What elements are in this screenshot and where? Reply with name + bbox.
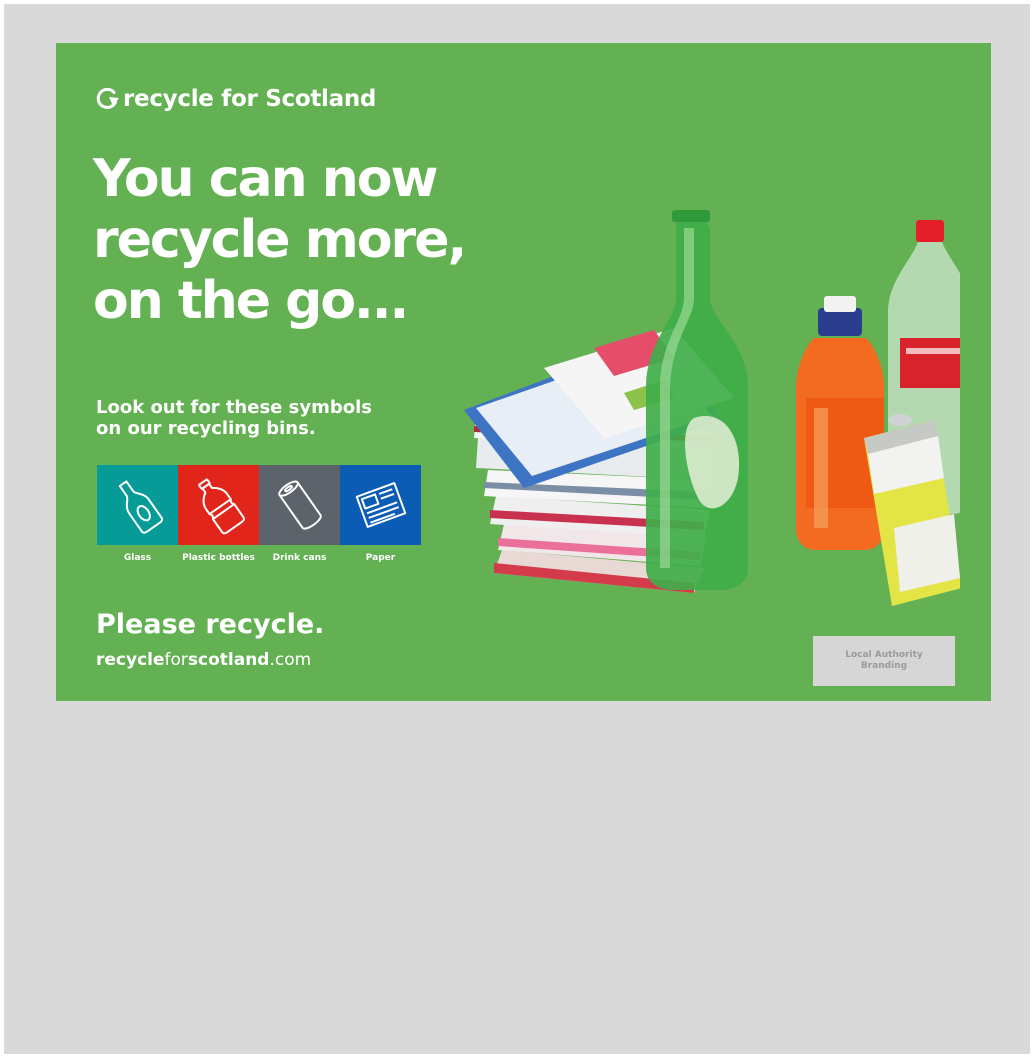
local-authority-branding-placeholder: Local Authority Branding xyxy=(813,636,955,686)
headline-line: recycle more, xyxy=(93,210,467,270)
glass-bottle-icon xyxy=(118,480,163,534)
bin-symbols: Glass Plastic bottles Drink cans Paper xyxy=(97,465,421,563)
orange-drink-bottle xyxy=(796,296,884,550)
symbol-label: Glass xyxy=(123,553,152,563)
newspaper-icon xyxy=(355,482,406,528)
symbol-tile xyxy=(340,465,421,545)
symbol-tile xyxy=(97,465,178,545)
website-part: scotland xyxy=(187,650,270,670)
recycle-for-scotland-logo: recycle for Scotland xyxy=(93,85,376,113)
green-glass-bottle xyxy=(646,210,748,590)
page-canvas: recycle for Scotland You can now recycle… xyxy=(4,4,1030,1054)
subheading-line: on our recycling bins. xyxy=(96,418,316,439)
poster-headline: You can now recycle more, on the go... xyxy=(93,149,467,332)
symbol-tile xyxy=(259,465,340,545)
headline-line: You can now xyxy=(93,149,439,209)
symbol-label: Paper xyxy=(365,553,396,563)
plastic-bottle-icon xyxy=(197,478,245,535)
recycle-arrow-icon xyxy=(96,87,119,109)
please-recycle-text: Please recycle. xyxy=(96,609,325,640)
website-part: recycle xyxy=(96,650,165,670)
symbol-drink-cans: Drink cans xyxy=(259,465,340,563)
website-url: recycleforscotland.com xyxy=(96,650,311,670)
symbols-subheading: Look out for these symbols on our recycl… xyxy=(96,397,372,439)
symbol-plastic-bottles: Plastic bottles xyxy=(178,465,259,563)
website-part: .com xyxy=(269,650,312,670)
drink-can-icon xyxy=(277,480,322,530)
symbol-tile xyxy=(178,465,259,545)
symbol-paper: Paper xyxy=(340,465,421,563)
symbol-label: Plastic bottles xyxy=(182,553,255,563)
symbol-label: Drink cans xyxy=(272,553,327,563)
website-part: for xyxy=(164,650,188,670)
placeholder-line: Local Authority xyxy=(845,650,923,660)
headline-line: on the go... xyxy=(93,271,409,331)
recycling-poster: recycle for Scotland You can now recycle… xyxy=(56,43,991,701)
placeholder-line: Branding xyxy=(860,661,908,671)
logo-text: recycle for Scotland xyxy=(123,86,377,112)
subheading-line: Look out for these symbols xyxy=(96,397,372,418)
symbol-glass: Glass xyxy=(97,465,178,563)
recyclables-photo xyxy=(464,210,960,606)
